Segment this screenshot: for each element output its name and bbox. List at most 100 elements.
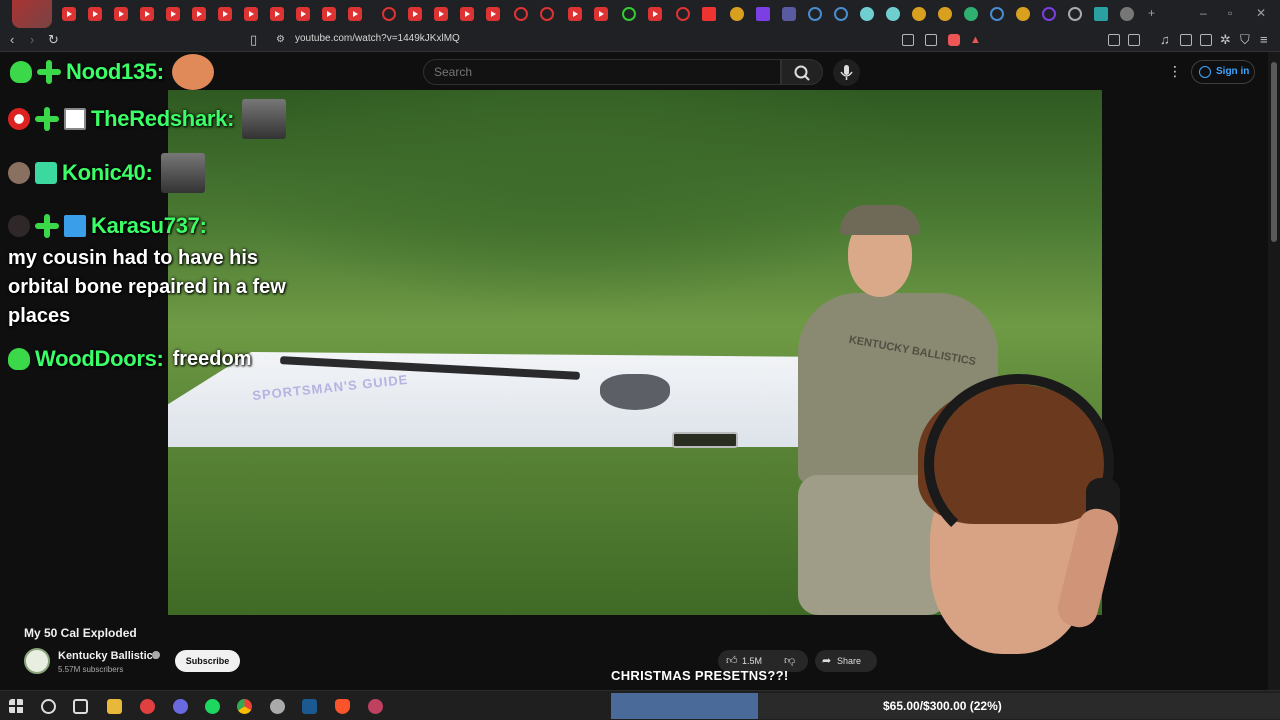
tab-icon[interactable] bbox=[886, 7, 900, 21]
vpn-icon[interactable]: ⛉ bbox=[1240, 32, 1250, 48]
like-count: 1.5M bbox=[742, 656, 763, 666]
youtube-tab-icon[interactable] bbox=[348, 7, 362, 21]
puzzle-icon[interactable]: ✲ bbox=[1220, 32, 1231, 48]
start-icon[interactable] bbox=[9, 699, 24, 714]
search-button[interactable] bbox=[781, 59, 823, 85]
tab-icon[interactable] bbox=[382, 7, 396, 21]
tab-icon[interactable] bbox=[860, 7, 874, 21]
settings-kebab-icon[interactable]: ⋮ bbox=[1168, 64, 1182, 78]
pokeball-badge-icon bbox=[8, 108, 30, 130]
forward-icon[interactable]: › bbox=[30, 32, 34, 48]
sub-badge-icon bbox=[35, 214, 59, 238]
cast-icon[interactable] bbox=[902, 34, 914, 46]
tab-icon[interactable] bbox=[514, 7, 528, 21]
tab-icon[interactable] bbox=[1016, 7, 1030, 21]
app-icon[interactable] bbox=[173, 699, 188, 714]
youtube-tab-icon[interactable] bbox=[568, 7, 582, 21]
youtube-tab-icon[interactable] bbox=[140, 7, 154, 21]
active-tab-icon[interactable] bbox=[1120, 7, 1134, 21]
youtube-tab-icon[interactable] bbox=[594, 7, 608, 21]
task-view-icon[interactable] bbox=[73, 699, 88, 714]
tab-icon[interactable] bbox=[938, 7, 952, 21]
share-page-icon[interactable] bbox=[925, 34, 937, 46]
page-scrollbar[interactable] bbox=[1268, 52, 1280, 690]
site-info-icon[interactable]: ⚙ bbox=[276, 32, 285, 48]
share-button[interactable]: ➦ Share bbox=[815, 650, 877, 672]
scrollbar-thumb[interactable] bbox=[1271, 62, 1277, 242]
tab-icon[interactable] bbox=[834, 7, 848, 21]
media-icon[interactable]: ♫ bbox=[1160, 32, 1170, 48]
chat-username: WoodDoors: bbox=[35, 346, 164, 371]
search-icon[interactable] bbox=[41, 699, 56, 714]
profile-avatar-tab[interactable] bbox=[12, 0, 52, 28]
youtube-tab-icon[interactable] bbox=[218, 7, 232, 21]
brave-shield-icon[interactable] bbox=[948, 34, 960, 46]
tab-icon[interactable] bbox=[964, 7, 978, 21]
tab-icon[interactable] bbox=[622, 7, 636, 21]
app-icon[interactable] bbox=[270, 699, 285, 714]
new-tab-icon[interactable]: + bbox=[1148, 6, 1155, 20]
chat-username: Konic40: bbox=[62, 160, 153, 185]
youtube-tab-icon[interactable] bbox=[244, 7, 258, 21]
microphone-icon bbox=[840, 65, 853, 80]
search-box[interactable] bbox=[423, 59, 781, 85]
tab-icon[interactable] bbox=[808, 7, 822, 21]
bookmark-icon[interactable]: ▯ bbox=[250, 32, 257, 48]
wallet-icon[interactable] bbox=[1200, 34, 1212, 46]
youtube-tab-icon[interactable] bbox=[648, 7, 662, 21]
tab-icon[interactable] bbox=[1042, 7, 1056, 21]
youtube-tab-icon[interactable] bbox=[114, 7, 128, 21]
menu-icon[interactable]: ≡ bbox=[1260, 32, 1268, 48]
extensions-icon[interactable] bbox=[1108, 34, 1120, 46]
youtube-tab-icon[interactable] bbox=[434, 7, 448, 21]
tab-icon[interactable] bbox=[676, 7, 690, 21]
url-field[interactable]: ⚙ youtube.com/watch?v=1449kJKxlMQ bbox=[270, 30, 990, 50]
tab-icon[interactable] bbox=[990, 7, 1004, 21]
tab-icon[interactable] bbox=[756, 7, 770, 21]
tab-icon[interactable] bbox=[540, 7, 554, 21]
video-title: My 50 Cal Exploded bbox=[24, 626, 137, 640]
youtube-tab-icon[interactable] bbox=[62, 7, 76, 21]
youtube-tab-icon[interactable] bbox=[88, 7, 102, 21]
tab-icon[interactable] bbox=[1094, 7, 1108, 21]
account-icon bbox=[1199, 66, 1211, 78]
youtube-tab-icon[interactable] bbox=[408, 7, 422, 21]
gem-badge-icon bbox=[8, 348, 30, 370]
reload-icon[interactable]: ↻ bbox=[48, 32, 59, 48]
file-explorer-icon[interactable] bbox=[107, 699, 122, 714]
voice-search-button[interactable] bbox=[833, 59, 860, 86]
app-icon[interactable] bbox=[140, 699, 155, 714]
close-window-icon[interactable]: ✕ bbox=[1256, 6, 1266, 20]
youtube-tab-icon[interactable] bbox=[296, 7, 310, 21]
tab-icon[interactable] bbox=[730, 7, 744, 21]
sword-badge-icon bbox=[64, 215, 86, 237]
youtube-tab-icon[interactable] bbox=[192, 7, 206, 21]
tab-icon[interactable] bbox=[1068, 7, 1082, 21]
sub-badge-icon bbox=[37, 60, 61, 84]
sign-in-button[interactable]: Sign in bbox=[1191, 60, 1255, 84]
youtube-tab-icon[interactable] bbox=[270, 7, 284, 21]
spotify-icon[interactable] bbox=[205, 699, 220, 714]
tab-icon[interactable] bbox=[702, 7, 716, 21]
channel-avatar[interactable] bbox=[24, 648, 50, 674]
brave-icon[interactable] bbox=[335, 699, 350, 714]
youtube-tab-icon[interactable] bbox=[486, 7, 500, 21]
minimize-icon[interactable]: – bbox=[1200, 6, 1207, 20]
youtube-tab-icon[interactable] bbox=[166, 7, 180, 21]
channel-name[interactable]: Kentucky Ballistics bbox=[58, 650, 159, 662]
subscribe-button[interactable]: Subscribe bbox=[175, 650, 240, 672]
maximize-icon[interactable]: ▫ bbox=[1228, 6, 1232, 20]
steam-icon[interactable] bbox=[302, 699, 317, 714]
search-input[interactable] bbox=[434, 65, 754, 79]
back-icon[interactable]: ‹ bbox=[10, 32, 14, 48]
tab-icon[interactable] bbox=[782, 7, 796, 21]
youtube-tab-icon[interactable] bbox=[322, 7, 336, 21]
brave-rewards-icon[interactable]: ▲ bbox=[970, 32, 981, 48]
sidebar-icon[interactable] bbox=[1180, 34, 1192, 46]
chrome-icon[interactable] bbox=[237, 699, 252, 714]
donation-goal-fill bbox=[611, 693, 759, 719]
youtube-tab-icon[interactable] bbox=[460, 7, 474, 21]
app-icon[interactable] bbox=[368, 699, 383, 714]
tab-icon[interactable] bbox=[912, 7, 926, 21]
screenshot-icon[interactable] bbox=[1128, 34, 1140, 46]
